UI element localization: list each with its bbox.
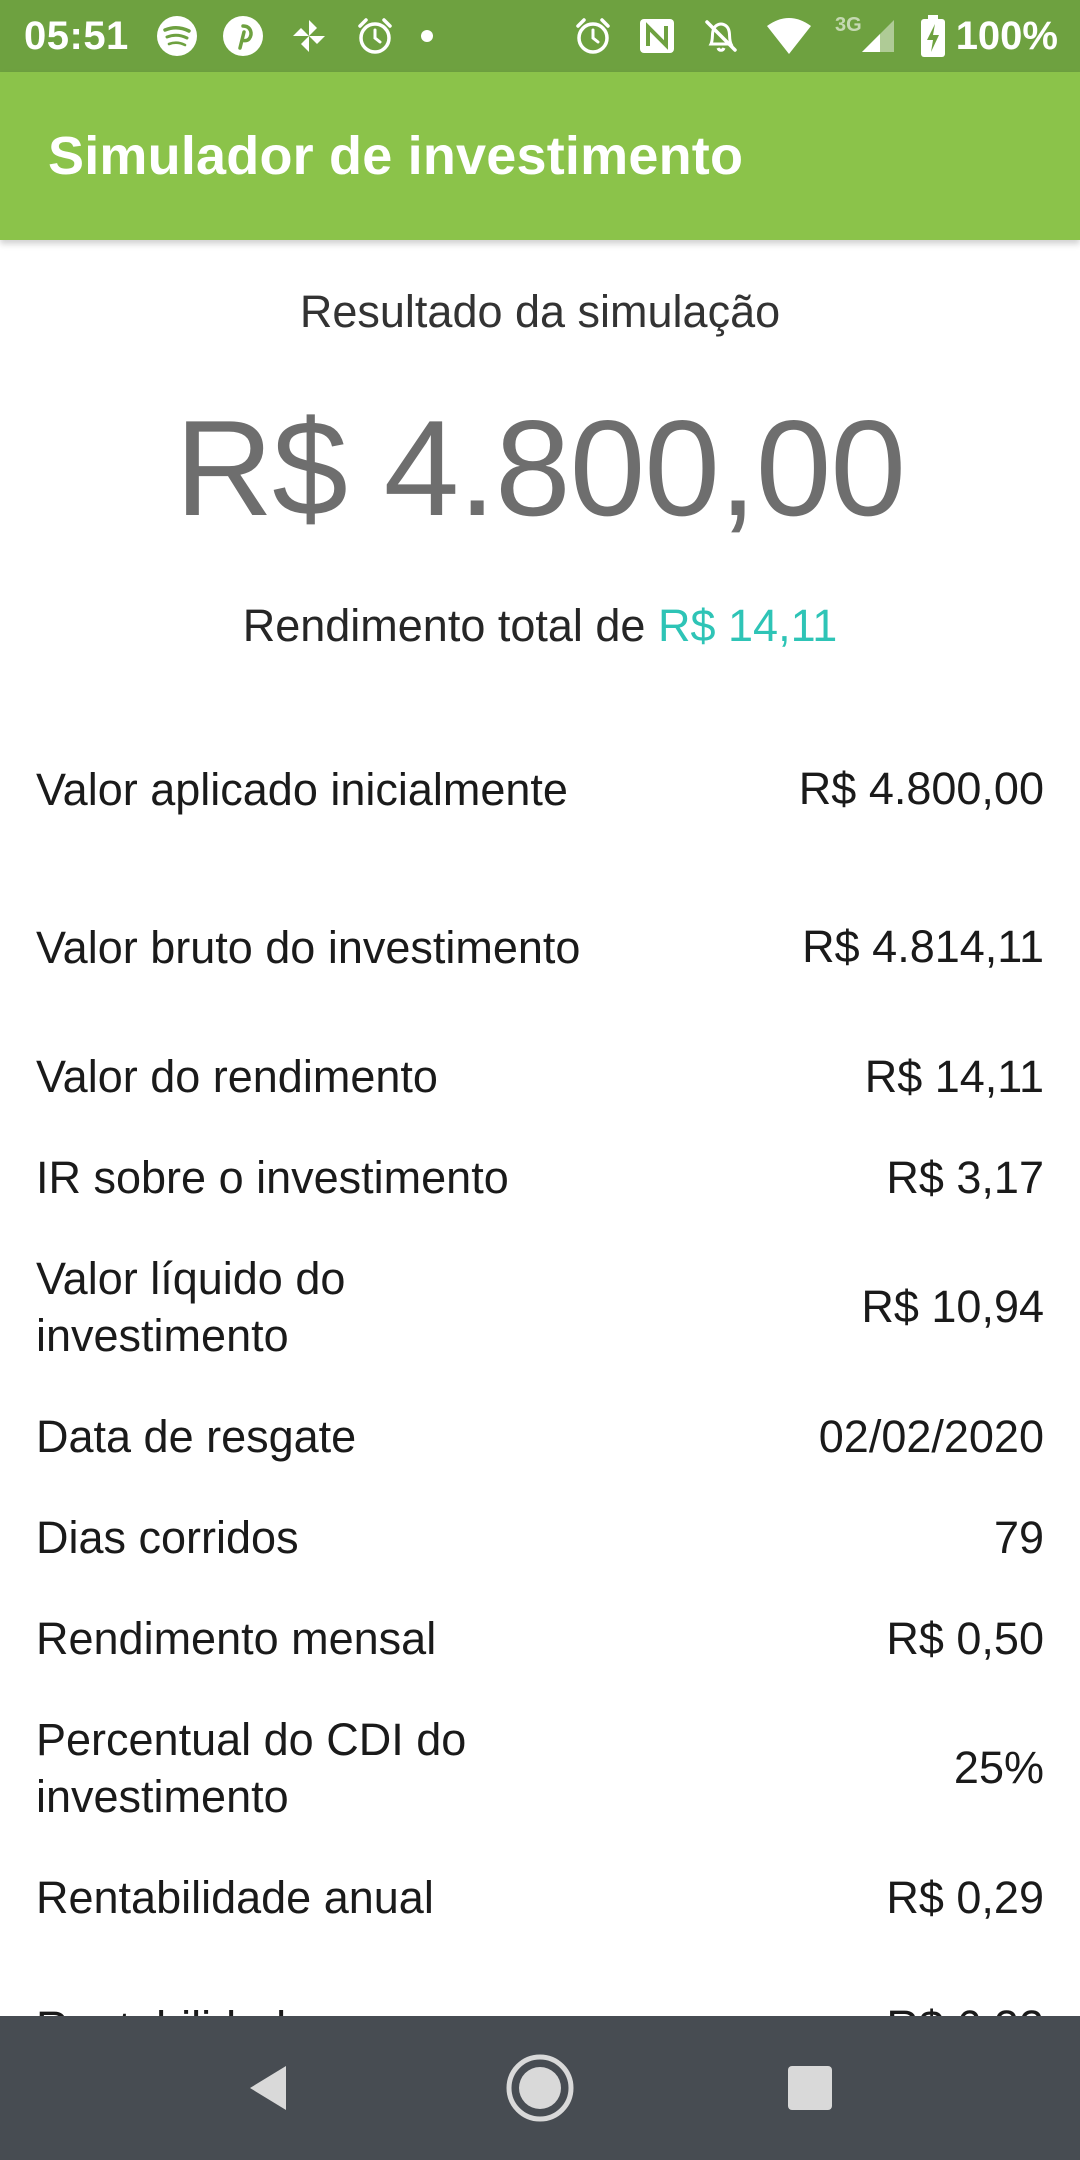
detail-label: Data de resgate [36,1411,357,1462]
back-icon [250,2066,286,2110]
bell-off-icon [699,14,743,58]
nfc-icon [637,16,677,56]
home-button[interactable] [480,2028,600,2148]
detail-label: Rentabilidade anual [36,1872,434,1923]
alarm-icon [353,14,397,58]
result-amount: R$ 4.800,00 [174,392,906,544]
detail-label: Valor aplicado inicialmente [36,763,568,815]
detail-value: R$ 14,11 [864,1050,1044,1102]
navigation-bar [0,2016,1080,2160]
detail-row: Valor bruto do investimento R$ 4.814,11 [0,868,1080,1026]
total-yield-line: Rendimento total de R$ 14,11 [0,600,1080,652]
detail-value: R$ 4.814,11 [802,921,1044,972]
home-icon [506,2054,574,2122]
signal-icon [858,16,898,56]
detail-row: Valor aplicado inicialmente R$ 4.800,00 [0,710,1080,868]
detail-value: R$ 6,22 [886,2001,1044,2016]
app-bar: Simulador de investimento [0,72,1080,240]
total-yield-prefix: Rendimento total de [242,600,646,651]
detail-value: R$ 0,29 [886,1871,1044,1923]
detail-label: Valor do rendimento [36,1051,438,1102]
pinterest-icon [221,14,265,58]
detail-value: R$ 10,94 [861,1281,1044,1332]
detail-label: IR sobre o investimento [36,1152,509,1203]
detail-row: Data de resgate 02/02/2020 [0,1386,1080,1487]
dot-icon [419,28,435,44]
wifi-icon [765,16,813,56]
screen: 05:51 3G 100% Simulador de investimento … [0,0,1080,2160]
detail-row: Valor líquido do investimento R$ 10,94 [0,1228,1080,1386]
status-time: 05:51 [24,13,129,58]
detail-value: 25% [953,1742,1044,1793]
detail-label: Percentual do CDI do investimento [36,1714,467,1822]
detail-label: Rentabilidade no [36,1999,374,2017]
alarm-icon [571,14,615,58]
battery-charging-icon [920,14,946,58]
detail-row: Rentabilidade anual R$ 0,29 [0,1847,1080,1948]
simulation-result-content[interactable]: Resultado da simulação R$ 4.800,00 Rendi… [0,240,1080,2016]
total-yield-value: R$ 14,11 [657,600,838,651]
detail-value: R$ 0,50 [886,1612,1044,1664]
detail-row: IR sobre o investimento R$ 3,17 [0,1127,1080,1228]
detail-value: 79 [993,1511,1044,1563]
detail-row: Dias corridos 79 [0,1487,1080,1588]
detail-label: Valor líquido do investimento [36,1253,346,1361]
network-type-label: 3G [835,13,862,36]
detail-label: Dias corridos [36,1512,299,1563]
detail-value: R$ 4.800,00 [798,763,1044,814]
battery-percentage: 100% [955,13,1058,58]
result-heading: Resultado da simulação [299,286,781,337]
detail-row: Valor do rendimento R$ 14,11 [0,1026,1080,1127]
recents-icon [788,2066,832,2110]
back-button[interactable] [210,2028,330,2148]
detail-list: Valor aplicado inicialmente R$ 4.800,00 … [0,710,1080,2016]
detail-row: Rentabilidade no R$ 6,22 [0,1948,1080,2016]
detail-value: R$ 3,17 [886,1151,1044,1203]
status-left: 05:51 [24,14,457,59]
status-right: 3G 100% [571,14,1058,59]
app-title: Simulador de investimento [48,126,744,186]
pinwheel-icon [287,14,331,58]
recents-button[interactable] [750,2028,870,2148]
status-bar: 05:51 3G 100% [0,0,1080,72]
detail-row: Rendimento mensal R$ 0,50 [0,1588,1080,1689]
spotify-icon [155,14,199,58]
detail-row: Percentual do CDI do investimento 25% [0,1689,1080,1847]
detail-label: Rendimento mensal [36,1613,437,1664]
detail-label: Valor bruto do investimento [36,921,581,973]
detail-value: 02/02/2020 [818,1410,1044,1462]
